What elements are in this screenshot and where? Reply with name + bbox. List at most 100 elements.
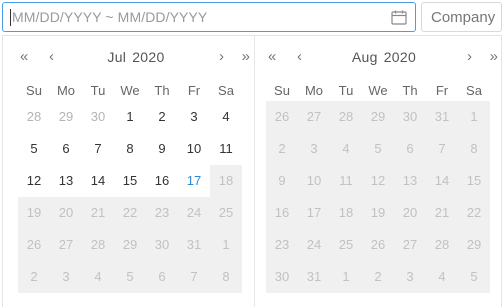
day-cell[interactable]: 13 [50,165,82,197]
day-cell[interactable]: 28 [18,101,50,133]
date-range-picker-popup: « ‹ Jul 2020 › » Su Mo Tu We Th Fr Sa 28 2… [2,35,502,307]
next-year-button-left[interactable]: » [242,49,250,65]
day-cell[interactable]: 7 [82,133,114,165]
day-cell: 23 [146,197,178,229]
weekday-label: Mo [304,83,324,98]
day-cell[interactable]: 12 [18,165,50,197]
day-cell: 30 [266,261,298,293]
day-cell: 1 [458,101,490,133]
day-cell[interactable]: 29 [50,101,82,133]
panel-divider [254,36,255,307]
day-cell[interactable]: 5 [18,133,50,165]
year-label-right[interactable]: 2020 [384,49,416,65]
calendar-panel-right: « ‹ Aug 2020 › » Su Mo Tu We Th Fr Sa 26 2… [266,36,502,293]
day-cell: 27 [298,101,330,133]
day-cell: 6 [146,261,178,293]
day-cell: 26 [18,229,50,261]
date-range-placeholder: MM/DD/YYYY ~ MM/DD/YYYY [12,9,208,25]
day-cell[interactable]: 16 [146,165,178,197]
day-cell: 17 [298,197,330,229]
day-cell[interactable]: 3 [178,101,210,133]
day-cell[interactable]: 10 [178,133,210,165]
day-cell[interactable]: 14 [82,165,114,197]
day-cell: 29 [458,229,490,261]
next-month-button[interactable]: › [467,49,472,65]
day-cell: 24 [298,229,330,261]
text-caret [10,8,11,26]
day-cell[interactable]: 15 [114,165,146,197]
day-cell: 2 [362,261,394,293]
day-cell[interactable]: 6 [50,133,82,165]
month-label-right[interactable]: Aug [352,49,378,65]
day-cell[interactable]: 4 [210,101,242,133]
weekday-label: We [368,83,388,98]
day-cell: 4 [330,133,362,165]
day-cell: 16 [266,197,298,229]
day-cell: 20 [394,197,426,229]
day-cell: 9 [266,165,298,197]
day-cell: 27 [394,229,426,261]
next-year-button[interactable]: » [490,49,498,65]
day-cell: 8 [458,133,490,165]
day-cell: 26 [266,101,298,133]
date-range-input[interactable]: MM/DD/YYYY ~ MM/DD/YYYY [2,2,416,32]
calendar-panel-left: « ‹ Jul 2020 › » Su Mo Tu We Th Fr Sa 28 2… [18,36,254,293]
day-cell: 21 [82,197,114,229]
weekday-label: Sa [466,83,482,98]
day-cell: 14 [426,165,458,197]
company-input-text: Company [431,8,496,26]
day-cell: 11 [330,165,362,197]
weekday-row-left: Su Mo Tu We Th Fr Sa [18,80,254,101]
weekday-label: Tu [90,83,106,98]
day-cell[interactable]: 9 [146,133,178,165]
company-input[interactable]: Company [421,2,502,32]
day-cell: 5 [362,133,394,165]
day-grid-right: 26 27 28 29 30 31 1 2 3 4 5 6 7 8 9 10 11 12 13 14 15 16 17 18 1… [266,101,502,293]
day-cell[interactable]: 2 [146,101,178,133]
day-cell[interactable]: 11 [210,133,242,165]
day-cell: 6 [394,133,426,165]
day-cell: 7 [426,133,458,165]
weekday-label: Su [26,83,42,98]
weekday-label: Th [402,83,418,98]
day-cell: 30 [146,229,178,261]
day-cell: 18 [330,197,362,229]
weekday-label: Tu [338,83,354,98]
day-cell[interactable]: 8 [114,133,146,165]
day-cell: 12 [362,165,394,197]
day-cell: 22 [458,197,490,229]
month-label-left[interactable]: Jul [107,49,126,65]
weekday-label: Th [154,83,170,98]
day-cell: 23 [266,229,298,261]
day-cell: 3 [394,261,426,293]
day-cell: 25 [330,229,362,261]
day-cell: 15 [458,165,490,197]
calendar-icon[interactable] [391,10,407,25]
next-month-button-left[interactable]: › [219,49,224,65]
day-cell[interactable]: 30 [82,101,114,133]
day-cell: 19 [18,197,50,229]
day-cell: 1 [210,229,242,261]
weekday-label: Fr [435,83,449,98]
day-cell: 30 [394,101,426,133]
day-cell: 31 [426,101,458,133]
day-cell: 25 [210,197,242,229]
day-cell: 29 [362,101,394,133]
day-cell[interactable]: 1 [114,101,146,133]
day-cell: 5 [458,261,490,293]
calendar-header-right: « ‹ Aug 2020 › » [266,36,502,80]
day-grid-left: 28 29 30 1 2 3 4 5 6 7 8 9 10 11 12 13 14 15 16 17 18 19 20 21 2… [18,101,254,293]
weekday-label: We [120,83,140,98]
day-cell: 3 [50,261,82,293]
day-cell-selected[interactable]: 17 [178,165,210,197]
day-cell: 8 [210,261,242,293]
day-cell: 5 [114,261,146,293]
year-label-left[interactable]: 2020 [132,49,164,65]
day-cell: 19 [362,197,394,229]
day-cell: 27 [50,229,82,261]
calendar-header-left: « ‹ Jul 2020 › » [18,36,254,80]
weekday-label: Su [274,83,290,98]
day-cell: 28 [82,229,114,261]
day-cell: 29 [114,229,146,261]
weekday-row-right: Su Mo Tu We Th Fr Sa [266,80,502,101]
